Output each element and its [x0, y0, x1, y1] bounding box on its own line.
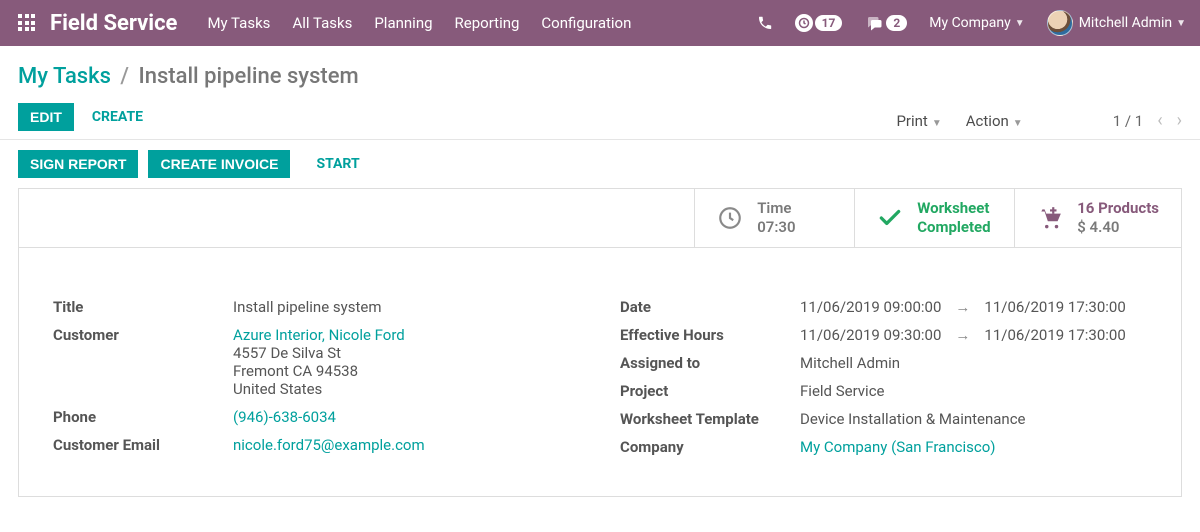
company-switcher[interactable]: My Company ▼	[929, 15, 1024, 31]
messages-badge: 2	[886, 15, 907, 31]
label-template: Worksheet Template	[620, 410, 800, 428]
menu-all-tasks[interactable]: All Tasks	[292, 14, 352, 32]
user-menu[interactable]: Mitchell Admin ▼	[1047, 10, 1186, 36]
value-template: Device Installation & Maintenance	[800, 410, 1147, 428]
menu-planning[interactable]: Planning	[374, 14, 432, 32]
label-phone: Phone	[53, 408, 233, 426]
label-email: Customer Email	[53, 436, 233, 454]
label-company: Company	[620, 438, 800, 456]
menu-configuration[interactable]: Configuration	[541, 14, 631, 32]
stat-time-label: Time	[757, 199, 795, 218]
pager-text: 1 / 1	[1113, 112, 1144, 130]
stat-worksheet-line2: Completed	[917, 218, 990, 237]
customer-address-line2: Fremont CA 94538	[233, 362, 580, 380]
chevron-down-icon: ▼	[932, 118, 942, 129]
value-title: Install pipeline system	[233, 298, 580, 316]
edit-button[interactable]: EDIT	[18, 103, 74, 131]
breadcrumb: My Tasks / Install pipeline system	[18, 64, 359, 89]
apps-grid-icon	[18, 14, 36, 32]
arrow-right-icon: →	[955, 326, 970, 344]
status-action-bar: SIGN REPORT CREATE INVOICE START	[0, 139, 1200, 188]
label-customer: Customer	[53, 326, 233, 344]
start-button[interactable]: START	[312, 150, 363, 178]
value-assigned: Mitchell Admin	[800, 354, 1147, 372]
print-label: Print	[896, 112, 927, 130]
check-icon	[877, 205, 903, 231]
customer-address-line3: United States	[233, 380, 580, 398]
create-button[interactable]: CREATE	[88, 103, 147, 131]
company-name: My Company	[929, 15, 1011, 31]
activities-button[interactable]: 17	[795, 14, 843, 32]
form-sheet: Time 07:30 Worksheet Completed 16 Prod	[18, 188, 1182, 497]
breadcrumb-current: Install pipeline system	[138, 64, 358, 89]
menu-my-tasks[interactable]: My Tasks	[207, 14, 270, 32]
stat-products-line2: $ 4.40	[1077, 218, 1159, 237]
label-date: Date	[620, 298, 800, 316]
messages-button[interactable]: 2	[864, 14, 907, 32]
action-label: Action	[966, 112, 1009, 130]
label-project: Project	[620, 382, 800, 400]
date-from: 11/06/2019 09:00:00	[800, 298, 941, 316]
breadcrumb-root[interactable]: My Tasks	[18, 64, 111, 89]
label-assigned: Assigned to	[620, 354, 800, 372]
pager-prev[interactable]: ‹	[1157, 110, 1162, 131]
toolbar-dropdowns: Print ▼ Action ▼	[896, 112, 1022, 130]
phone-button[interactable]	[757, 15, 773, 31]
stat-buttons: Time 07:30 Worksheet Completed 16 Prod	[19, 189, 1181, 248]
stat-products-line1: 16 Products	[1077, 199, 1159, 218]
eff-from: 11/06/2019 09:30:00	[800, 326, 941, 344]
create-invoice-button[interactable]: CREATE INVOICE	[148, 150, 290, 178]
clock-icon	[795, 14, 813, 32]
date-to: 11/06/2019 17:30:00	[984, 298, 1125, 316]
label-title: Title	[53, 298, 233, 316]
customer-address-line1: 4557 De Silva St	[233, 344, 580, 362]
chevron-down-icon: ▼	[1013, 118, 1023, 129]
phone-icon	[757, 15, 773, 31]
top-navbar: Field Service My Tasks All Tasks Plannin…	[0, 0, 1200, 46]
company-link[interactable]: My Company (San Francisco)	[800, 438, 1147, 456]
pager-next[interactable]: ›	[1177, 110, 1182, 131]
app-title[interactable]: Field Service	[50, 11, 177, 36]
stat-worksheet[interactable]: Worksheet Completed	[854, 189, 1014, 247]
print-dropdown[interactable]: Print ▼	[896, 112, 941, 130]
arrow-right-icon: →	[955, 298, 970, 316]
stat-time-value: 07:30	[757, 218, 795, 237]
main-menu: My Tasks All Tasks Planning Reporting Co…	[207, 14, 631, 32]
avatar	[1047, 10, 1073, 36]
clock-icon	[717, 205, 743, 231]
control-row: My Tasks / Install pipeline system EDIT …	[0, 46, 1200, 139]
chevron-down-icon: ▼	[1015, 18, 1025, 29]
chat-icon	[864, 14, 884, 32]
activities-badge: 17	[815, 15, 843, 31]
form-col-right: Date 11/06/2019 09:00:00 → 11/06/2019 17…	[620, 298, 1147, 466]
menu-reporting[interactable]: Reporting	[455, 14, 520, 32]
nav-right: 17 2 My Company ▼ Mitchell Admin ▼	[757, 10, 1186, 36]
stat-products[interactable]: 16 Products $ 4.40	[1014, 189, 1181, 247]
eff-to: 11/06/2019 17:30:00	[984, 326, 1125, 344]
apps-launcher[interactable]	[14, 10, 40, 36]
label-effective-hours: Effective Hours	[620, 326, 800, 344]
customer-link[interactable]: Azure Interior, Nicole Ford	[233, 326, 580, 344]
user-name: Mitchell Admin	[1079, 15, 1172, 31]
breadcrumb-separator: /	[120, 64, 129, 89]
form-col-left: Title Install pipeline system Customer A…	[53, 298, 580, 466]
pager: 1 / 1 ‹ ›	[1113, 110, 1182, 131]
phone-link[interactable]: (946)-638-6034	[233, 408, 580, 426]
email-link[interactable]: nicole.ford75@example.com	[233, 436, 580, 454]
chevron-down-icon: ▼	[1176, 18, 1186, 29]
action-dropdown[interactable]: Action ▼	[966, 112, 1023, 130]
stat-time[interactable]: Time 07:30	[694, 189, 854, 247]
form-body: Title Install pipeline system Customer A…	[19, 248, 1181, 496]
stat-worksheet-line1: Worksheet	[917, 199, 990, 218]
cart-plus-icon	[1037, 205, 1063, 231]
sign-report-button[interactable]: SIGN REPORT	[18, 150, 138, 178]
value-project: Field Service	[800, 382, 1147, 400]
